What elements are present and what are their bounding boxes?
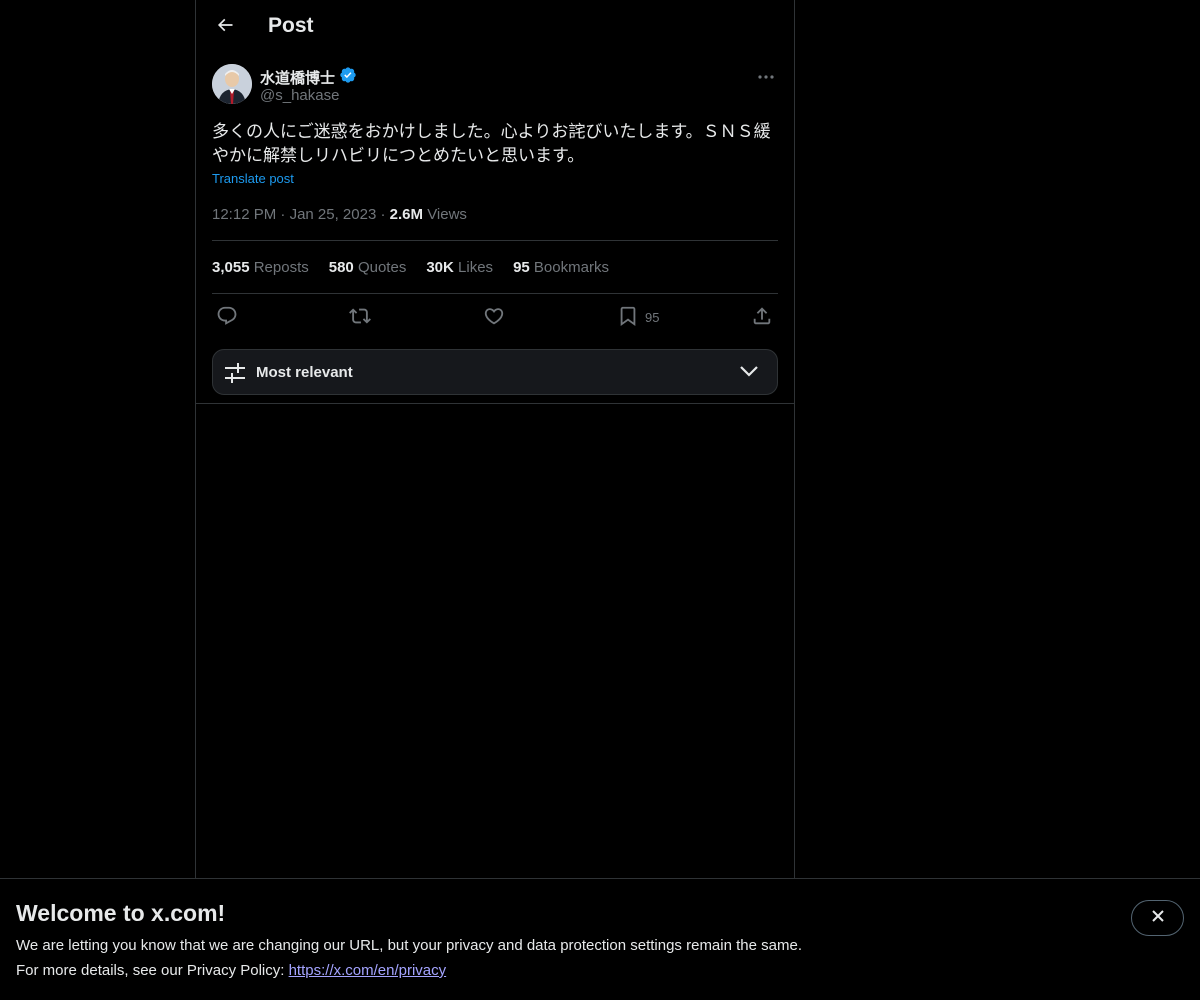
- like-button[interactable]: [483, 305, 505, 329]
- bookmark-button[interactable]: 95: [617, 305, 659, 329]
- sort-label: Most relevant: [256, 364, 353, 381]
- likes-label: Likes: [458, 259, 494, 276]
- like-icon: [483, 305, 505, 330]
- share-button[interactable]: [751, 305, 773, 329]
- banner-title: Welcome to x.com!: [16, 900, 226, 926]
- bookmarks-stat[interactable]: 95 Bookmarks: [513, 259, 609, 276]
- bookmark-count: 95: [645, 309, 660, 325]
- author-name-text: 水道橋博士: [260, 69, 336, 87]
- chevron-down-icon: [739, 364, 759, 383]
- bookmarks-label: Bookmarks: [533, 259, 609, 276]
- repost-icon: [349, 305, 371, 330]
- separator-dot: ·: [380, 206, 390, 223]
- back-arrow-icon: [215, 15, 235, 40]
- bookmarks-count: 95: [513, 259, 530, 276]
- top-bar: Post: [196, 0, 794, 53]
- page-title: Post: [268, 14, 314, 37]
- main-column: Post 水道橋博士 @s_hakase 多くの人にご迷惑をおかけしました。心よ…: [195, 0, 795, 880]
- more-button[interactable]: [754, 66, 778, 86]
- sort-sliders-icon: [224, 362, 246, 389]
- avatar[interactable]: [212, 64, 252, 104]
- quotes-count: 580: [328, 259, 354, 276]
- close-banner-button[interactable]: [1131, 900, 1184, 936]
- verified-badge-icon: [339, 66, 357, 88]
- post-stats: 3,055 Reposts 580 Quotes 30K Likes 95 Bo…: [212, 259, 609, 276]
- divider: [196, 403, 794, 404]
- likes-stat[interactable]: 30K Likes: [426, 259, 493, 276]
- quotes-label: Quotes: [357, 259, 407, 276]
- post-date[interactable]: Jan 25, 2023: [290, 206, 377, 223]
- reposts-stat[interactable]: 3,055 Reposts: [212, 259, 309, 276]
- divider: [212, 240, 778, 241]
- post-text-line: やかに解禁しリハビリにつとめたいと思います。: [212, 146, 585, 166]
- translate-post-link[interactable]: Translate post: [212, 171, 294, 186]
- post-text-line: 多くの人にご迷惑をおかけしました。心よりお詫びいたします。ＳＮＳ緩: [212, 122, 771, 142]
- share-icon: [751, 305, 773, 330]
- quotes-stat[interactable]: 580 Quotes: [329, 259, 407, 276]
- repost-button[interactable]: [349, 305, 371, 329]
- divider: [212, 293, 778, 294]
- close-icon: [1151, 909, 1165, 928]
- welcome-banner: Welcome to x.com! We are letting you kno…: [0, 878, 1200, 1000]
- post-time[interactable]: 12:12 PM: [212, 206, 276, 223]
- reply-icon: [216, 305, 238, 330]
- privacy-policy-link[interactable]: https://x.com/en/privacy: [289, 962, 447, 979]
- views-label: Views: [427, 206, 467, 223]
- post-text: 多くの人にご迷惑をおかけしました。心よりお詫びいたします。ＳＮＳ緩 やかに解禁し…: [212, 120, 778, 168]
- back-button[interactable]: [208, 10, 242, 44]
- views-count: 2.6M: [389, 206, 424, 223]
- separator-dot: ·: [280, 206, 290, 223]
- banner-text: We are letting you know that we are chan…: [16, 937, 802, 954]
- author-name[interactable]: 水道橋博士: [260, 66, 357, 88]
- likes-count: 30K: [426, 259, 454, 276]
- author-handle[interactable]: @s_hakase: [260, 87, 339, 104]
- post-meta: 12:12 PM · Jan 25, 2023 · 2.6M Views: [212, 206, 467, 223]
- sort-replies-dropdown[interactable]: Most relevant: [212, 349, 778, 395]
- action-bar: 95: [212, 305, 778, 329]
- more-icon: [757, 67, 775, 85]
- reposts-label: Reposts: [253, 259, 309, 276]
- reposts-count: 3,055: [212, 259, 250, 276]
- banner-text: For more details, see our Privacy Policy…: [16, 962, 446, 979]
- banner-text-prefix: For more details, see our Privacy Policy…: [16, 962, 289, 979]
- reply-button[interactable]: [216, 305, 238, 329]
- bookmark-icon: [617, 305, 639, 330]
